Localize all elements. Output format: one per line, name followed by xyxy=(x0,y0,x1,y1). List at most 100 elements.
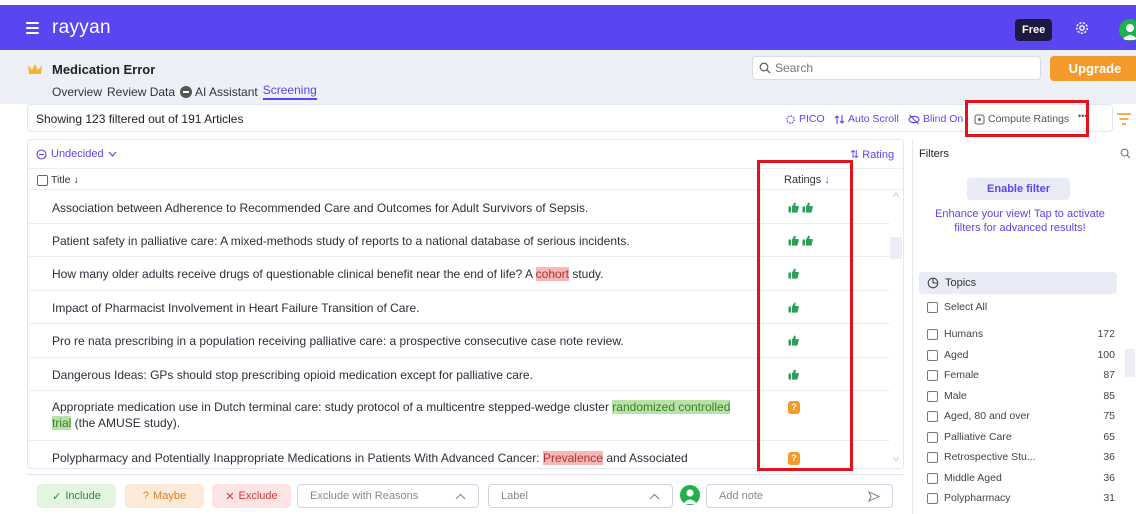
topic-label: Polypharmacy xyxy=(944,492,1011,504)
project-header: Medication Error Overview Review Data AI… xyxy=(0,50,1136,104)
article-title[interactable]: Impact of Pharmacist Involvement in Hear… xyxy=(52,300,752,316)
robot-icon xyxy=(180,85,193,98)
article-row[interactable]: Polypharmacy and Potentially Inappropria… xyxy=(28,441,890,468)
article-list-panel: Undecided ⇅ Rating Title ↓ Ratings ↓ Ass… xyxy=(27,139,904,469)
title-column-header[interactable]: Title ↓ xyxy=(37,174,79,186)
article-title-text: Patient safety in palliative care: A mix… xyxy=(52,234,630,248)
article-title[interactable]: Dangerous Ideas: GPs should stop prescri… xyxy=(52,367,752,383)
compute-ratings-button[interactable]: Compute Ratings xyxy=(974,113,1069,125)
exclude-reasons-label: Exclude with Reasons xyxy=(310,490,419,502)
label-select[interactable]: Label xyxy=(488,484,673,508)
article-title-text: Impact of Pharmacist Involvement in Hear… xyxy=(52,301,420,315)
topic-label: Aged, 80 and over xyxy=(944,410,1030,422)
enable-filter-button[interactable]: Enable filter xyxy=(967,178,1070,200)
thumbs-up-icon xyxy=(802,235,813,246)
rating-cell: ? xyxy=(788,452,800,465)
scroll-down-icon[interactable] xyxy=(892,456,900,462)
article-title[interactable]: Patient safety in palliative care: A mix… xyxy=(52,233,752,249)
topic-filter-item[interactable]: Humans 172 xyxy=(927,328,1117,340)
scroll-up-icon[interactable] xyxy=(892,192,900,198)
tab-review-data[interactable]: Review Data xyxy=(107,85,175,99)
app-logo[interactable]: rayyan xyxy=(52,17,111,39)
rating-sort-button[interactable]: ⇅ Rating xyxy=(850,148,894,161)
pico-button[interactable]: PICO xyxy=(785,113,825,125)
checkbox[interactable] xyxy=(927,431,938,443)
topic-label: Female xyxy=(944,369,980,381)
ratings-column-header[interactable]: Ratings ↓ xyxy=(784,174,830,186)
sort-arrows-icon xyxy=(834,114,845,124)
checkbox[interactable] xyxy=(927,301,938,313)
topic-count: 85 xyxy=(1103,390,1115,402)
user-avatar[interactable] xyxy=(1119,19,1136,41)
crown-icon xyxy=(28,64,42,74)
topic-filter-item[interactable]: Male 85 xyxy=(927,390,1117,402)
exclude-button[interactable]: ✕ Exclude xyxy=(212,484,291,508)
tab-ai-assistant-label: AI Assistant xyxy=(195,84,258,99)
include-button[interactable]: ✓ Include xyxy=(37,484,116,508)
article-title-text: Appropriate medication use in Dutch term… xyxy=(52,400,613,414)
article-title[interactable]: Appropriate medication use in Dutch term… xyxy=(52,399,752,431)
article-row[interactable]: Patient safety in palliative care: A mix… xyxy=(28,224,890,257)
tab-screening[interactable]: Screening xyxy=(262,83,317,100)
list-scrollbar-thumb[interactable] xyxy=(890,237,902,259)
topic-filter-item[interactable]: Retrospective Stu... 36 xyxy=(927,451,1117,463)
checkbox[interactable] xyxy=(927,410,938,422)
upgrade-button[interactable]: Upgrade xyxy=(1050,56,1136,81)
menu-icon[interactable] xyxy=(26,21,39,34)
article-title[interactable]: Polypharmacy and Potentially Inappropria… xyxy=(52,450,752,466)
topic-count: 100 xyxy=(1097,349,1115,361)
exclude-reasons-select[interactable]: Exclude with Reasons xyxy=(297,484,479,508)
auto-scroll-button[interactable]: Auto Scroll xyxy=(834,113,899,125)
add-note-input[interactable]: Add note xyxy=(706,484,893,508)
chevron-down-icon xyxy=(108,151,117,157)
topic-filter-item[interactable]: Female 87 xyxy=(927,369,1117,381)
topic-filter-item[interactable]: Polypharmacy 31 xyxy=(927,492,1117,504)
checkbox[interactable] xyxy=(927,349,938,361)
decision-filter-dropdown[interactable]: Undecided xyxy=(36,148,117,160)
decision-action-bar: ✓ Include ? Maybe ✕ Exclude Exclude with… xyxy=(27,474,904,514)
article-row[interactable]: How many older adults receive drugs of q… xyxy=(28,257,890,291)
topic-count: 31 xyxy=(1103,492,1115,504)
topic-filter-item[interactable]: Palliative Care 65 xyxy=(927,431,1117,443)
thumbs-up-icon xyxy=(788,268,799,279)
topic-filter-item[interactable]: Aged 100 xyxy=(927,349,1117,361)
checkbox[interactable] xyxy=(927,451,938,463)
checkbox[interactable] xyxy=(927,369,938,381)
article-title[interactable]: Association between Adherence to Recomme… xyxy=(52,200,752,216)
article-row[interactable]: Impact of Pharmacist Involvement in Hear… xyxy=(28,291,890,324)
filter-search-icon[interactable] xyxy=(1120,148,1131,159)
topic-filter-item[interactable]: Middle Aged 36 xyxy=(927,472,1117,484)
blind-on-button[interactable]: Blind On xyxy=(908,113,963,125)
article-title[interactable]: Pro re nata prescribing in a population … xyxy=(52,333,752,349)
checkbox[interactable] xyxy=(927,472,938,484)
select-all-topics[interactable]: Select All xyxy=(927,301,1117,313)
checkbox[interactable] xyxy=(927,390,938,402)
send-icon[interactable] xyxy=(868,491,880,502)
tab-ai-assistant[interactable]: AI Assistant xyxy=(180,85,258,99)
pico-label: PICO xyxy=(799,113,825,125)
ratings-sort-arrow: ↓ xyxy=(824,174,830,186)
tab-overview[interactable]: Overview xyxy=(52,85,102,99)
article-title[interactable]: How many older adults receive drugs of q… xyxy=(52,266,752,282)
topics-label: Topics xyxy=(945,277,977,289)
maybe-button[interactable]: ? Maybe xyxy=(125,484,204,508)
x-icon: ✕ xyxy=(225,490,235,503)
pico-gear-icon xyxy=(786,114,795,124)
more-options-button[interactable]: ••• xyxy=(1078,111,1087,121)
select-all-label: Select All xyxy=(944,301,988,313)
topic-filter-item[interactable]: Aged, 80 and over 75 xyxy=(927,410,1117,422)
article-row[interactable]: Appropriate medication use in Dutch term… xyxy=(28,391,890,441)
chevron-up-icon xyxy=(455,493,466,500)
filter-icon[interactable] xyxy=(1116,112,1132,126)
filters-scrollbar-thumb[interactable] xyxy=(1125,349,1135,377)
auto-scroll-label: Auto Scroll xyxy=(848,113,899,125)
search-input[interactable]: Search xyxy=(752,56,1041,80)
article-row[interactable]: Pro re nata prescribing in a population … xyxy=(28,324,890,358)
article-row[interactable]: Dangerous Ideas: GPs should stop prescri… xyxy=(28,358,890,391)
gear-icon[interactable] xyxy=(1074,20,1090,36)
article-row[interactable]: Association between Adherence to Recomme… xyxy=(28,191,890,224)
select-all-checkbox[interactable] xyxy=(37,174,48,186)
checkbox[interactable] xyxy=(927,328,938,340)
topics-section-header[interactable]: Topics xyxy=(919,272,1117,294)
checkbox[interactable] xyxy=(927,492,938,504)
